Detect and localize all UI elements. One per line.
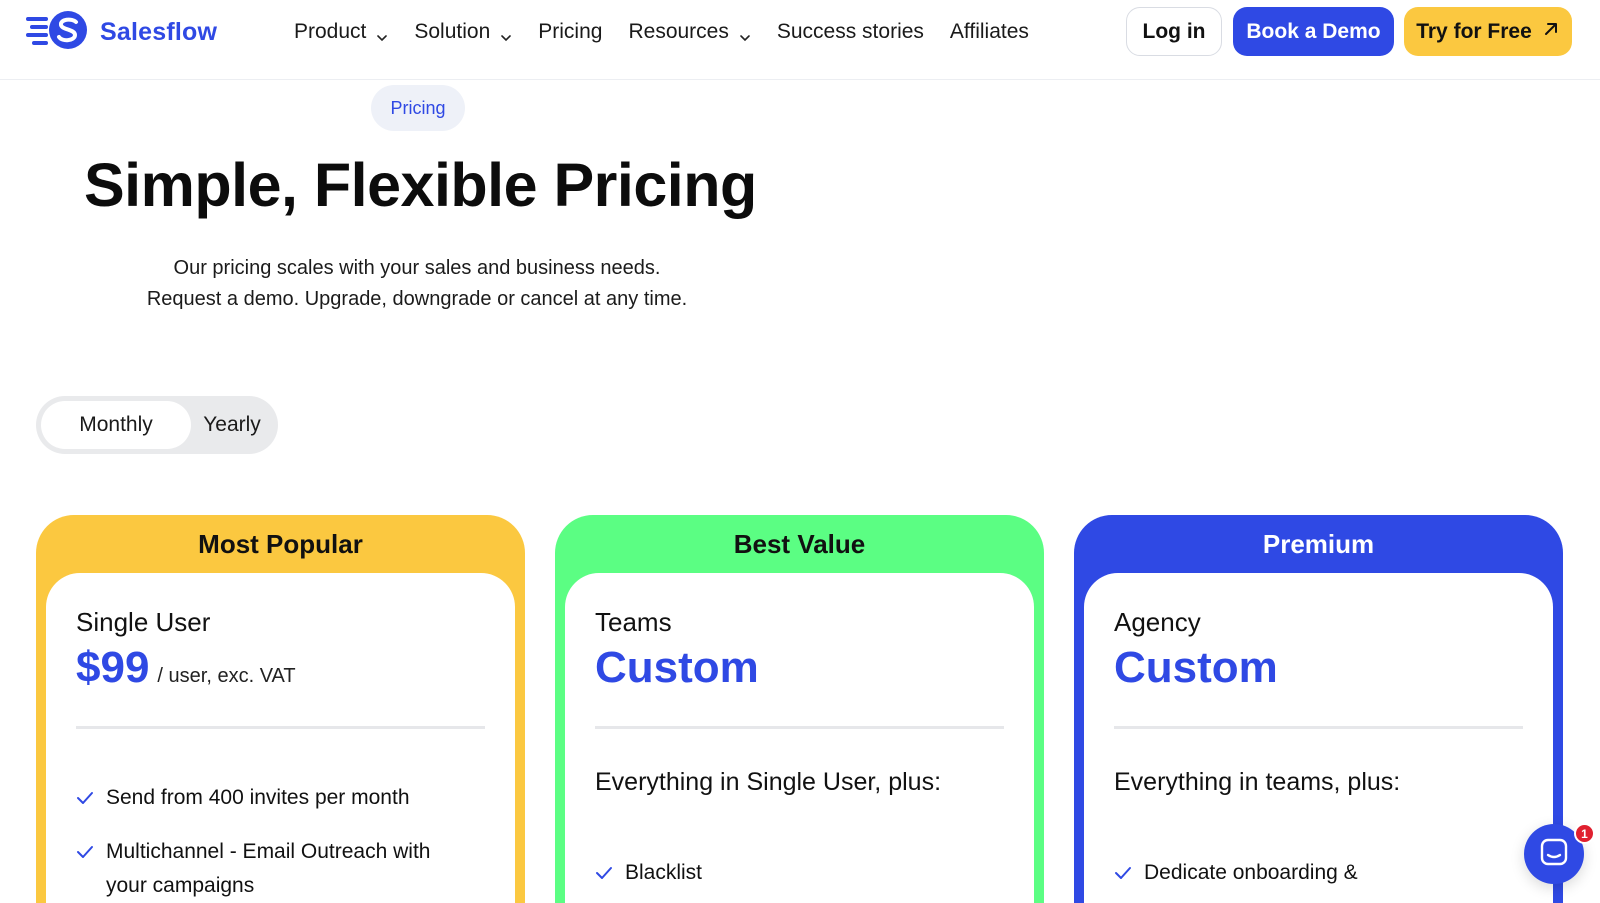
page-subtitle: Our pricing scales with your sales and b…	[100, 253, 734, 315]
nav-item-label: Success stories	[776, 20, 924, 43]
feature-text: Send from 400 invites per month	[106, 786, 410, 809]
feature-item: Multichannel - Email Outreach with your …	[76, 835, 456, 903]
plan-price: $99	[76, 643, 150, 692]
plan-card-single-user: Most Popular Single User $99 / user, exc…	[36, 515, 525, 903]
chevron-down-icon	[376, 26, 388, 42]
chevron-down-icon	[500, 26, 512, 42]
nav-item-pricing[interactable]: Pricing	[538, 20, 602, 44]
plan-price: Custom	[1114, 643, 1278, 692]
plan-card-body: Single User $99 / user, exc. VAT Send fr…	[46, 573, 515, 903]
feature-text: Dedicate onboarding &	[1144, 861, 1358, 884]
brand-logo[interactable]: Salesflow	[26, 10, 218, 52]
try-free-button[interactable]: Try for Free	[1404, 7, 1572, 56]
page-title: Simple, Flexible Pricing	[84, 151, 757, 219]
feature-item: Dedicate onboarding &	[1114, 856, 1504, 890]
checkmark-icon	[76, 781, 96, 815]
nav-item-label: Pricing	[538, 20, 603, 43]
section-tag: Pricing	[371, 85, 465, 131]
nav-item-affiliates[interactable]: Affiliates	[950, 20, 1029, 44]
plan-price-unit: / user, exc. VAT	[157, 665, 296, 687]
toggle-yearly[interactable]: Yearly	[191, 401, 273, 449]
nav-item-label: Resources	[628, 20, 729, 43]
nav-item-solution[interactable]: Solution	[414, 20, 512, 44]
login-button[interactable]: Log in	[1126, 7, 1222, 56]
chat-icon	[1538, 836, 1570, 873]
subtitle-line: Our pricing scales with your sales and b…	[173, 257, 661, 279]
plan-price-row: Custom	[1114, 643, 1278, 693]
feature-text: Multichannel - Email Outreach with your …	[106, 840, 431, 897]
subtitle-line: Request a demo. Upgrade, downgrade or ca…	[146, 288, 688, 310]
divider	[1114, 726, 1523, 729]
checkmark-icon	[76, 835, 96, 869]
nav-item-label: Product	[294, 20, 367, 43]
plan-includes: Everything in teams, plus:	[1114, 768, 1401, 796]
plan-price: Custom	[595, 643, 759, 692]
nav-item-label: Solution	[414, 20, 491, 43]
feature-text: Blacklist	[625, 861, 703, 884]
salesflow-logo-icon	[26, 9, 92, 56]
plan-price-row: $99 / user, exc. VAT	[76, 643, 296, 693]
billing-period-toggle: Monthly Yearly	[36, 396, 278, 454]
checkmark-icon	[1114, 856, 1134, 890]
toggle-monthly[interactable]: Monthly	[41, 401, 191, 449]
plan-name: Agency	[1114, 607, 1201, 637]
divider	[76, 726, 485, 729]
divider	[595, 726, 1004, 729]
nav-item-product[interactable]: Product	[294, 20, 388, 44]
plan-badge: Best Value	[733, 528, 866, 559]
arrow-up-right-icon	[1542, 20, 1560, 44]
unread-badge: 1	[1574, 823, 1595, 844]
plan-name: Teams	[595, 607, 672, 637]
feature-item: Blacklist	[595, 856, 985, 890]
checkmark-icon	[595, 856, 615, 890]
plan-badge: Most Popular	[198, 528, 363, 559]
plan-card-body: Teams Custom Everything in Single User, …	[565, 573, 1034, 903]
book-demo-button[interactable]: Book a Demo	[1233, 7, 1394, 56]
plan-card-body: Agency Custom Everything in teams, plus:…	[1084, 573, 1553, 903]
plan-includes: Everything in Single User, plus:	[595, 768, 942, 796]
plan-name: Single User	[76, 607, 211, 637]
feature-item: Send from 400 invites per month	[76, 781, 466, 815]
plan-card-agency: Premium Agency Custom Everything in team…	[1074, 515, 1563, 903]
plan-badge: Premium	[1262, 528, 1375, 559]
nav-item-label: Affiliates	[949, 20, 1029, 43]
chevron-down-icon	[739, 26, 751, 42]
nav-item-success-stories[interactable]: Success stories	[777, 20, 924, 44]
main-nav: Product Solution Pricing Resources Succe…	[294, 0, 1055, 64]
plan-card-teams: Best Value Teams Custom Everything in Si…	[555, 515, 1044, 903]
plan-price-row: Custom	[595, 643, 759, 693]
nav-item-resources[interactable]: Resources	[628, 20, 750, 44]
try-free-label: Try for Free	[1416, 19, 1532, 43]
top-navbar: Salesflow Product Solution Pricing Resou…	[0, 0, 1600, 80]
brand-name: Salesflow	[100, 17, 218, 46]
